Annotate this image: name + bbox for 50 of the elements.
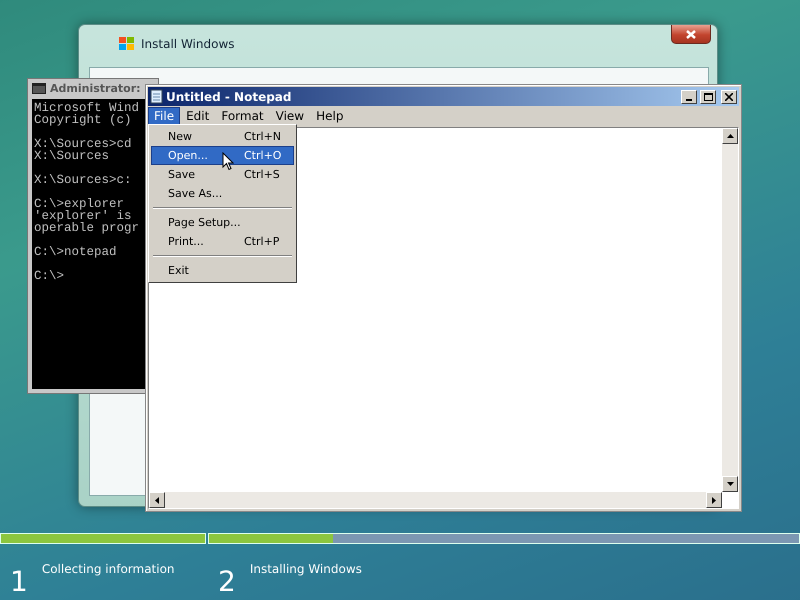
notepad-icon <box>150 89 163 104</box>
menu-item[interactable]: View <box>270 106 310 124</box>
console-line: C:\>explorer <box>34 198 124 210</box>
step-number: 1 <box>10 568 28 596</box>
minimize-icon <box>686 98 692 100</box>
scroll-down-button[interactable] <box>722 476 738 492</box>
right-arrow-icon <box>712 496 716 504</box>
window-title: Administrator: <box>50 82 141 94</box>
menu-item[interactable]: Open... Ctrl+O <box>151 146 294 165</box>
close-button[interactable] <box>671 25 711 44</box>
console-line: X:\Sources <box>34 150 110 162</box>
menu-item[interactable]: Format <box>215 106 270 124</box>
step-number: 2 <box>218 568 236 596</box>
close-icon <box>686 30 696 38</box>
menu-item[interactable]: Save Ctrl+S <box>151 165 294 184</box>
scroll-left-button[interactable] <box>149 492 165 508</box>
scroll-right-button[interactable] <box>706 492 722 508</box>
menu-item[interactable]: Print... Ctrl+P <box>151 232 294 251</box>
maximize-icon <box>704 92 712 100</box>
vertical-scrollbar[interactable] <box>722 128 738 492</box>
console-line: X:\Sources>c: <box>34 174 133 186</box>
menu-item[interactable]: Page Setup... <box>151 213 294 232</box>
windows-logo-icon <box>119 37 135 51</box>
scroll-up-button[interactable] <box>722 128 738 144</box>
left-arrow-icon <box>155 496 159 504</box>
console-line: C:\> <box>34 270 66 282</box>
menu-item[interactable]: Exit <box>151 261 294 280</box>
console-line: C:\>notepad <box>34 246 118 258</box>
console-line: Microsoft Wind <box>34 102 140 114</box>
horizontal-scrollbar[interactable] <box>149 492 722 508</box>
console-icon <box>32 82 46 94</box>
window-title: Untitled - Notepad <box>166 90 292 104</box>
console-line: X:\Sources>cd <box>34 138 133 150</box>
menu-item[interactable]: New Ctrl+N <box>151 127 294 146</box>
step-label: Collecting information <box>42 562 175 578</box>
maximize-button[interactable] <box>700 90 716 104</box>
menu-item[interactable]: Help <box>310 106 350 124</box>
down-arrow-icon <box>726 482 734 486</box>
step-label: Installing Windows <box>250 562 362 578</box>
menu-item[interactable]: File <box>148 106 180 124</box>
menu-item[interactable]: Save As... <box>151 184 294 203</box>
mouse-pointer-icon <box>222 152 234 171</box>
console-line: 'explorer' is <box>34 210 133 222</box>
minimize-button[interactable] <box>681 90 697 104</box>
close-icon <box>725 92 733 100</box>
console-line: Copyright (c) <box>34 114 133 126</box>
menu-item[interactable]: Edit <box>180 106 216 124</box>
up-arrow-icon <box>726 134 734 138</box>
console-line: operable progr <box>34 222 140 234</box>
window-title: Install Windows <box>141 37 235 51</box>
